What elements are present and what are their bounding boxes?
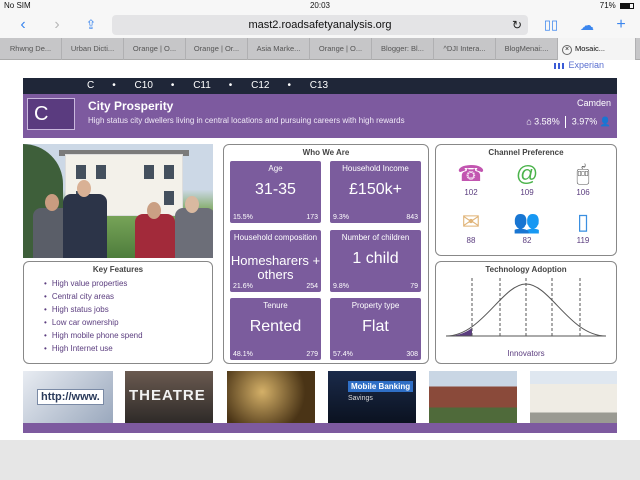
who-we-are-panel: Who We Are Age 31-35 15.5% 173 Household I… — [223, 144, 429, 364]
terraced-houses-image — [429, 371, 517, 423]
children-tile[interactable]: Number of children 1 child 9.8% 79 — [330, 230, 421, 292]
group-title: City Prosperity — [88, 99, 174, 113]
population-share: 3.97% — [571, 116, 598, 127]
mobile-banking-image: Mobile Banking Savings — [328, 371, 416, 423]
technology-adoption-panel: Technology Adoption Innovators — [435, 261, 617, 364]
cloud-icon[interactable]: ☁ — [578, 16, 596, 34]
household-share: 3.58% — [534, 116, 560, 127]
person-icon: 👤 — [599, 116, 611, 127]
address-bar[interactable]: mast2.roadsafetyanalysis.org ↻ — [112, 15, 528, 35]
feature-item: Low car ownership — [44, 316, 212, 329]
share-icon[interactable]: ⇪ — [82, 16, 100, 34]
browser-tab[interactable]: Orange | O... — [310, 38, 372, 60]
code-type[interactable]: C12 — [251, 80, 269, 91]
battery-indicator: 71% — [600, 1, 634, 10]
apartment-building-image — [530, 371, 617, 423]
tab-active[interactable]: × Mosaic... — [558, 38, 636, 60]
household-composition-tile[interactable]: Household composition Homesharers + other… — [230, 230, 321, 292]
tab-label: BlogMenai:... — [504, 44, 549, 53]
browser-toolbar: ‹ › ⇪ mast2.roadsafetyanalysis.org ↻ ▯▯ … — [0, 12, 640, 38]
group-description: High status city dwellers living in cent… — [88, 116, 405, 125]
key-features-title: Key Features — [92, 265, 144, 274]
channel-phone[interactable]: ☎ 102 — [446, 161, 496, 197]
channel-face-to-face[interactable]: 👥 82 — [502, 209, 552, 245]
reload-icon[interactable]: ↻ — [512, 15, 522, 35]
feature-item: High mobile phone spend — [44, 329, 212, 342]
code-type[interactable]: C13 — [310, 80, 328, 91]
feature-item: High status jobs — [44, 303, 212, 316]
chevron-right-icon[interactable]: › — [48, 16, 66, 34]
letter-icon: ✉ — [461, 209, 481, 234]
adoption-curve — [445, 278, 607, 337]
email-icon: @ — [515, 161, 539, 186]
channel-post[interactable]: ✉ 88 — [446, 209, 496, 245]
income-tile[interactable]: Household Income £150k+ 9.3% 843 — [330, 161, 421, 223]
home-icon: ⌂ — [526, 116, 532, 127]
tab-label: Urban Dicti... — [70, 44, 115, 53]
code-type[interactable]: C10 — [135, 80, 153, 91]
browser-tab[interactable]: Asia Marke... — [248, 38, 310, 60]
browser-tab[interactable]: Orange | O... — [124, 38, 186, 60]
group-photo — [23, 144, 213, 258]
plus-icon[interactable]: + — [612, 16, 630, 34]
group-stats: ⌂ 3.58% 3.97% 👤 — [526, 116, 611, 128]
channel-online[interactable]: 🖱 106 — [558, 161, 608, 197]
status-bar: No SIM 20:03 71% — [0, 0, 640, 12]
battery-percent: 71% — [599, 1, 616, 10]
who-we-are-title: Who We Are — [302, 148, 350, 157]
group-letter: C — [27, 98, 75, 130]
tab-label: Mosaic... — [575, 44, 606, 53]
people-icon: 👥 — [513, 209, 541, 234]
tab-label: Orange | O... — [132, 44, 177, 53]
tenure-tile[interactable]: Tenure Rented 48.1% 279 — [230, 298, 321, 360]
battery-icon — [620, 2, 634, 9]
feature-item: High value properties — [44, 277, 212, 290]
tab-label: Blogger: Bl... — [381, 44, 424, 53]
segment-code-bar: C • C10 • C11 • C12 • C13 — [23, 78, 617, 94]
webpage: Experian C • C10 • C11 • C12 • C13 C City Pr… — [8, 60, 632, 440]
url-text: mast2.roadsafetyanalysis.org — [248, 19, 392, 31]
browser-tab[interactable]: BlogMenai:... — [496, 38, 558, 60]
tab-strip: Rhwng De... Urban Dicti... Orange | O... Or… — [0, 38, 640, 60]
key-features-panel: Key Features High value properties Centr… — [23, 261, 213, 364]
tab-label: ^DJI Intera... — [443, 44, 486, 53]
footer-bar — [23, 423, 617, 433]
channel-preference-panel: Channel Preference ☎ 102 @109 🖱 106 ✉ 88 👥 8… — [435, 144, 617, 256]
feature-item: Central city areas — [44, 290, 212, 303]
browser-tab[interactable]: Blogger: Bl... — [372, 38, 434, 60]
browser-tab[interactable]: Urban Dicti... — [62, 38, 124, 60]
code-type[interactable]: C11 — [193, 80, 211, 91]
channel-preference-title: Channel Preference — [488, 148, 564, 157]
theatre-image: THEATRE — [125, 371, 213, 423]
page-bottom — [0, 440, 640, 480]
technology-adoption-title: Technology Adoption — [485, 265, 567, 274]
clock: 20:03 — [309, 1, 331, 10]
browser-tab[interactable]: Rhwng De... — [0, 38, 62, 60]
channel-mobile[interactable]: ▯ 119 — [558, 209, 608, 245]
region-label: Camden — [576, 98, 611, 108]
tab-label: Rhwng De... — [9, 44, 52, 53]
phone-icon: ☎ — [457, 161, 485, 186]
close-icon[interactable]: × — [562, 45, 572, 55]
code-group[interactable]: C — [87, 80, 94, 91]
mouse-icon: 🖱 — [576, 161, 590, 186]
champagne-image — [227, 371, 315, 423]
tab-label: Asia Marke... — [256, 44, 301, 53]
web-browsing-image: http://www. — [23, 371, 113, 423]
tab-label: Orange | O... — [318, 44, 363, 53]
book-icon[interactable]: ▯▯ — [542, 16, 560, 34]
mobile-icon: ▯ — [576, 209, 590, 234]
age-tile[interactable]: Age 31-35 15.5% 173 — [230, 161, 321, 223]
group-header: C City Prosperity High status city dwell… — [23, 94, 617, 138]
property-type-tile[interactable]: Property type Flat 57.4% 308 — [330, 298, 421, 360]
channel-email[interactable]: @109 — [502, 161, 552, 197]
adoption-segment-label: Innovators — [507, 349, 545, 358]
browser-tab[interactable]: Orange | Or... — [186, 38, 248, 60]
chevron-left-icon[interactable]: ‹ — [14, 16, 32, 34]
tab-label: Orange | Or... — [193, 44, 240, 53]
experian-logo: Experian — [554, 60, 604, 70]
feature-item: High Internet use — [44, 342, 212, 355]
browser-tab[interactable]: ^DJI Intera... — [434, 38, 496, 60]
